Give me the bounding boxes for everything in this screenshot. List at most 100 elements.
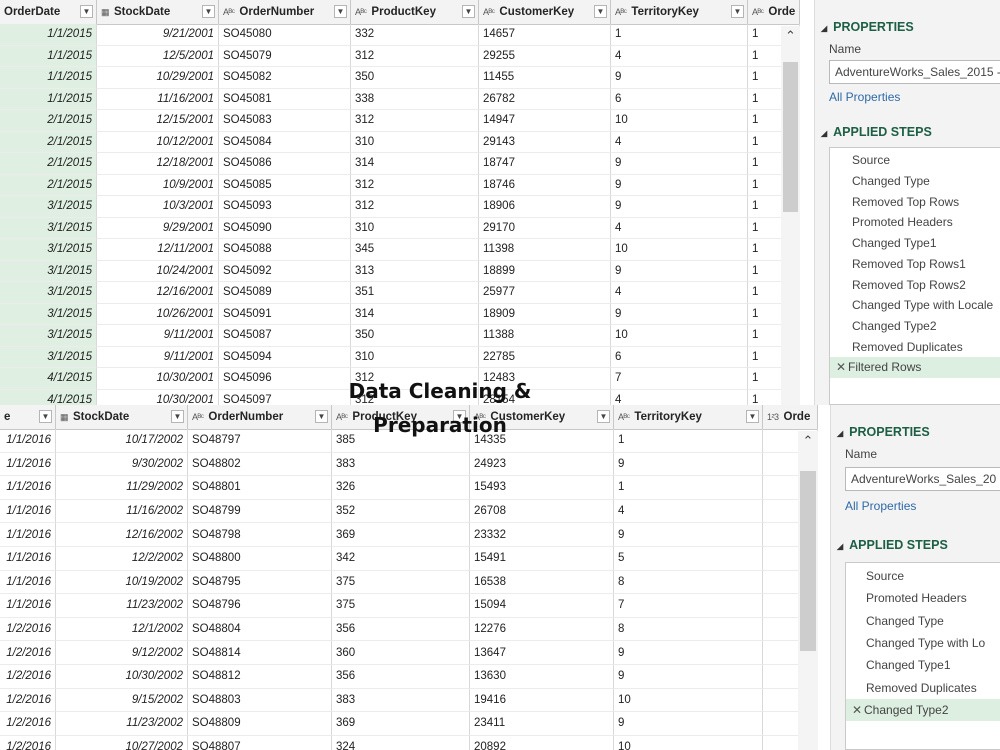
column-header-5[interactable]: Aᴮᶜ TerritoryKey ▼ <box>611 0 748 24</box>
column-header-0[interactable]: OrderDate ▼ <box>0 0 97 24</box>
vertical-scrollbar[interactable]: ⌃ <box>781 26 800 405</box>
applied-step-item[interactable]: ✕ Filtered Rows <box>830 357 1000 378</box>
table-row[interactable]: 1/1/2016 12/2/2002 SO48800 342 15491 5 <box>0 547 818 571</box>
applied-step-item[interactable]: Source <box>846 565 1000 587</box>
table-row[interactable]: 2/1/2015 12/18/2001 SO45086 314 18747 9 1 <box>0 153 800 175</box>
properties-section-header[interactable]: ◢ PROPERTIES <box>837 425 930 439</box>
table-cell: SO48799 <box>188 499 332 524</box>
collapse-triangle-icon[interactable]: ◢ <box>837 542 843 551</box>
applied-steps-section-header[interactable]: ◢ APPLIED STEPS <box>821 125 932 139</box>
applied-step-item[interactable]: Changed Type <box>846 610 1000 632</box>
table-cell: 1/1/2016 <box>0 547 56 571</box>
applied-steps-section-header[interactable]: ◢ APPLIED STEPS <box>837 538 948 552</box>
table-row[interactable]: 1/1/2016 9/30/2002 SO48802 383 24923 9 <box>0 452 818 477</box>
table-row[interactable]: 2/1/2015 12/15/2001 SO45083 312 14947 10 1 <box>0 110 800 132</box>
column-header-1[interactable]: ▦ StockDate ▼ <box>97 0 219 24</box>
column-header-2[interactable]: Aᴮᶜ OrderNumber ▼ <box>188 405 332 429</box>
filter-dropdown-icon[interactable]: ▼ <box>334 5 347 18</box>
table-row[interactable]: 3/1/2015 9/11/2001 SO45087 350 11388 10 1 <box>0 325 800 347</box>
table-row[interactable]: 2/1/2015 10/9/2001 SO45085 312 18746 9 1 <box>0 174 800 196</box>
table-row[interactable]: 1/2/2016 11/23/2002 SO48809 369 23411 9 <box>0 712 818 736</box>
table-row[interactable]: 3/1/2015 10/26/2001 SO45091 314 18909 9 1 <box>0 303 800 325</box>
table-row[interactable]: 1/1/2016 10/19/2002 SO48795 375 16538 8 <box>0 570 818 595</box>
table-row[interactable]: 3/1/2015 12/16/2001 SO45089 351 25977 4 1 <box>0 282 800 304</box>
applied-step-item[interactable]: ✕ Changed Type2 <box>846 698 1000 722</box>
table-cell: 12/1/2002 <box>56 617 188 642</box>
vertical-scrollbar[interactable]: ⌃ <box>798 431 818 750</box>
applied-step-item[interactable]: Changed Type with Locale <box>830 295 1000 316</box>
column-header-2[interactable]: Aᴮᶜ OrderNumber ▼ <box>219 0 351 24</box>
applied-step-item[interactable]: Changed Type1 <box>830 233 1000 254</box>
column-header-label: TerritoryKey <box>631 6 699 18</box>
filter-dropdown-icon[interactable]: ▼ <box>731 5 744 18</box>
table-row[interactable]: 3/1/2015 9/29/2001 SO45090 310 29170 4 1 <box>0 217 800 239</box>
filter-dropdown-icon[interactable]: ▼ <box>80 5 93 18</box>
table-row[interactable]: 1/1/2015 11/16/2001 SO45081 338 26782 6 1 <box>0 88 800 110</box>
column-header-3[interactable]: Aᴮᶜ ProductKey ▼ <box>351 0 479 24</box>
table-row[interactable]: 1/1/2015 10/29/2001 SO45082 350 11455 9 1 <box>0 67 800 89</box>
applied-step-item[interactable]: Removed Top Rows1 <box>830 254 1000 275</box>
applied-step-item[interactable]: Removed Top Rows2 <box>830 274 1000 295</box>
applied-step-item[interactable]: Promoted Headers <box>846 587 1000 609</box>
query-name-input[interactable]: AdventureWorks_Sales_20 <box>845 467 1000 491</box>
table-row[interactable]: 1/1/2016 11/23/2002 SO48796 375 15094 7 <box>0 594 818 618</box>
applied-step-item[interactable]: Changed Type2 <box>830 316 1000 337</box>
scroll-up-arrow-icon[interactable]: ⌃ <box>781 28 800 44</box>
table-row[interactable]: 1/1/2015 9/21/2001 SO45080 332 14657 1 1 <box>0 24 800 46</box>
table-row[interactable]: 1/1/2016 11/16/2002 SO48799 352 26708 4 <box>0 499 818 524</box>
text-type-icon: Aᴮᶜ <box>483 7 495 17</box>
text-type-icon: Aᴮᶜ <box>223 7 235 17</box>
filter-dropdown-icon[interactable]: ▼ <box>462 5 475 18</box>
properties-section-header[interactable]: ◢ PROPERTIES <box>821 20 914 34</box>
applied-step-item[interactable]: Removed Duplicates <box>846 677 1000 699</box>
table-row[interactable]: 1/2/2016 9/12/2002 SO48814 360 13647 9 <box>0 641 818 665</box>
table-row[interactable]: 3/1/2015 10/3/2001 SO45093 312 18906 9 1 <box>0 196 800 218</box>
filter-dropdown-icon[interactable]: ▼ <box>746 410 759 423</box>
applied-step-item[interactable]: Removed Top Rows <box>830 191 1000 212</box>
filter-dropdown-icon[interactable]: ▼ <box>171 410 184 423</box>
table-cell: 310 <box>351 217 479 239</box>
collapse-triangle-icon[interactable]: ◢ <box>821 129 827 138</box>
delete-step-icon[interactable]: ✕ <box>834 360 848 374</box>
table-row[interactable]: 1/2/2016 12/1/2002 SO48804 356 12276 8 <box>0 617 818 642</box>
table-cell: 26708 <box>470 499 614 524</box>
table-cell: 18906 <box>479 196 611 218</box>
filter-dropdown-icon[interactable]: ▼ <box>202 5 215 18</box>
applied-step-item[interactable]: Removed Duplicates <box>830 336 1000 357</box>
scrollbar-thumb[interactable] <box>800 471 816 651</box>
applied-step-item[interactable]: Changed Type <box>830 171 1000 192</box>
applied-step-item[interactable]: Promoted Headers <box>830 212 1000 233</box>
scrollbar-thumb[interactable] <box>783 62 798 212</box>
collapse-triangle-icon[interactable]: ◢ <box>821 24 827 33</box>
column-header-6[interactable]: Aᴮᶜ Orde <box>748 0 800 24</box>
applied-step-label: Removed Top Rows <box>852 194 960 209</box>
delete-step-icon[interactable]: ✕ <box>850 703 864 717</box>
table-row[interactable]: 1/1/2015 12/5/2001 SO45079 312 29255 4 1 <box>0 45 800 67</box>
query-name-input[interactable]: AdventureWorks_Sales_2015 - A <box>829 60 1000 84</box>
column-header-6[interactable]: 1²3 Orde <box>763 405 818 429</box>
table-row[interactable]: 1/2/2016 9/15/2002 SO48803 383 19416 10 <box>0 688 818 713</box>
filter-dropdown-icon[interactable]: ▼ <box>594 5 607 18</box>
collapse-triangle-icon[interactable]: ◢ <box>837 429 843 438</box>
column-header-5[interactable]: Aᴮᶜ TerritoryKey ▼ <box>614 405 763 429</box>
column-header-1[interactable]: ▦ StockDate ▼ <box>56 405 188 429</box>
table-row[interactable]: 1/1/2016 12/16/2002 SO48798 369 23332 9 <box>0 523 818 547</box>
table-row[interactable]: 3/1/2015 10/24/2001 SO45092 313 18899 9 1 <box>0 260 800 282</box>
applied-step-item[interactable]: Source <box>830 150 1000 171</box>
filter-dropdown-icon[interactable]: ▼ <box>597 410 610 423</box>
table-row[interactable]: 1/1/2016 11/29/2002 SO48801 326 15493 1 <box>0 476 818 500</box>
table-row[interactable]: 2/1/2015 10/12/2001 SO45084 310 29143 4 1 <box>0 131 800 153</box>
table-row[interactable]: 3/1/2015 12/11/2001 SO45088 345 11398 10 1 <box>0 239 800 261</box>
table-row[interactable]: 1/2/2016 10/27/2002 SO48807 324 20892 10 <box>0 735 818 750</box>
applied-step-item[interactable]: Changed Type1 <box>846 654 1000 676</box>
table-row[interactable]: 1/2/2016 10/30/2002 SO48812 356 13630 9 <box>0 665 818 689</box>
column-header-0[interactable]: e ▼ <box>0 405 56 429</box>
column-header-4[interactable]: Aᴮᶜ CustomerKey ▼ <box>479 0 611 24</box>
all-properties-link[interactable]: All Properties <box>829 90 900 104</box>
filter-dropdown-icon[interactable]: ▼ <box>315 410 328 423</box>
all-properties-link[interactable]: All Properties <box>845 499 916 513</box>
table-row[interactable]: 3/1/2015 9/11/2001 SO45094 310 22785 6 1 <box>0 346 800 368</box>
scroll-up-arrow-icon[interactable]: ⌃ <box>798 433 818 449</box>
filter-dropdown-icon[interactable]: ▼ <box>39 410 52 423</box>
applied-step-item[interactable]: Changed Type with Lo <box>846 632 1000 654</box>
